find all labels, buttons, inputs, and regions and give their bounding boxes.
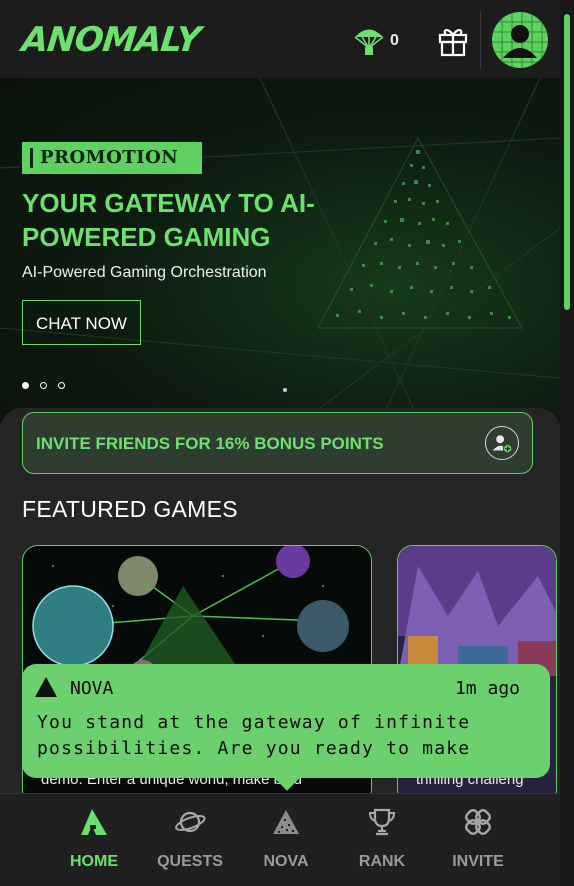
nav-label-rank: RANK (358, 853, 406, 870)
nav-item-home[interactable]: HOME (44, 794, 144, 886)
nav-label-home: HOME (70, 853, 118, 870)
chat-now-button[interactable]: CHAT NOW (22, 300, 141, 345)
trophy-icon (368, 808, 396, 836)
gift-icon[interactable] (436, 24, 470, 58)
user-avatar-icon[interactable] (492, 12, 548, 68)
planet-icon (175, 811, 206, 833)
link-icon (464, 808, 492, 836)
nav-item-invite[interactable]: INVITE (428, 794, 528, 886)
carousel-dot-1[interactable] (22, 382, 29, 389)
promo-carousel[interactable]: PROMOTION YOUR GATEWAY TO AI-POWERED GAM… (0, 78, 560, 423)
nav-item-quests[interactable]: QUESTS (140, 794, 240, 886)
nav-label-quests: QUESTS (157, 853, 223, 870)
header-divider (480, 12, 481, 68)
nav-item-nova[interactable]: NOVA (236, 794, 336, 886)
airdrop-count: 0 (390, 32, 399, 49)
page-scrollbar[interactable] (560, 0, 574, 886)
add-user-icon (485, 426, 519, 460)
featured-games-title: FEATURED GAMES (22, 496, 238, 522)
nova-timestamp: 1m ago (454, 678, 520, 699)
top-header: ANOMALY 0 (0, 0, 560, 78)
nav-label-nova: NOVA (263, 853, 309, 870)
nav-label-invite: INVITE (452, 853, 504, 870)
hero-title: YOUR GATEWAY TO AI-POWERED GAMING (22, 188, 315, 252)
bottom-navigation: HOME QUESTS NOVA RANK INVITE (0, 793, 560, 886)
app-window: ANOMALY 0 PROMOTION YOUR GATEWAY TO AI-P… (0, 0, 560, 886)
pyramid-icon (273, 810, 299, 834)
scrollbar-thumb[interactable] (564, 14, 570, 310)
invite-banner-text: INVITE FRIENDS FOR 16% BONUS POINTS (36, 434, 384, 453)
invite-friends-banner[interactable]: INVITE FRIENDS FOR 16% BONUS POINTS (22, 412, 533, 474)
nova-sender-name: NOVA (70, 678, 114, 699)
carousel-indicators (22, 376, 76, 389)
carousel-dot-3[interactable] (58, 382, 65, 389)
nova-message-popup[interactable]: NOVA 1m ago You stand at the gateway of … (22, 664, 550, 778)
hero-subtitle: AI-Powered Gaming Orchestration (22, 264, 267, 281)
carousel-dot-2[interactable] (40, 382, 47, 389)
home-logo-icon (81, 809, 107, 835)
app-logo[interactable]: ANOMALY (20, 20, 202, 60)
promotion-badge: PROMOTION (22, 142, 203, 174)
parachute-icon[interactable] (352, 24, 386, 58)
nav-item-rank[interactable]: RANK (332, 794, 432, 886)
nova-message-text: You stand at the gateway of infinite pos… (37, 712, 471, 759)
pyramid-icon (35, 677, 57, 697)
